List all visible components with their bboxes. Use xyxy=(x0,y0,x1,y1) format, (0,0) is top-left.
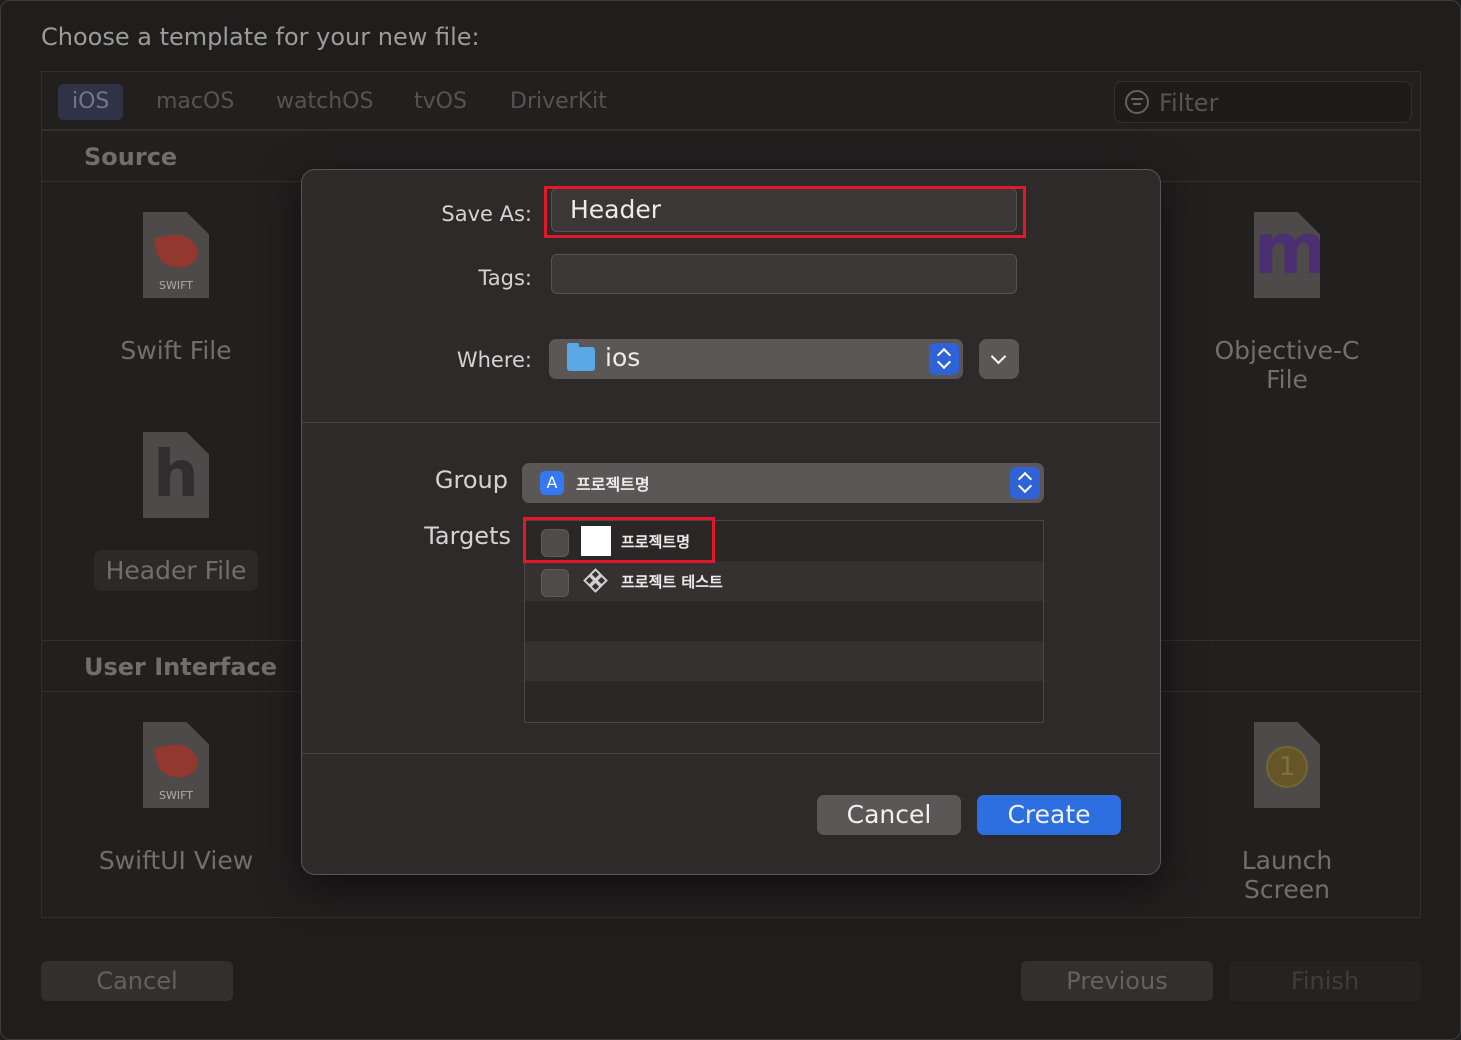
app-store-icon: A xyxy=(540,471,564,495)
targets-label: Targets xyxy=(424,522,511,550)
save-as-highlight xyxy=(544,186,1026,238)
expand-chevron-button[interactable] xyxy=(979,339,1019,379)
empty-row xyxy=(525,601,1043,641)
cancel-button[interactable]: Cancel xyxy=(817,795,961,835)
where-value: ios xyxy=(605,343,641,372)
popup-stepper-icon xyxy=(929,343,959,375)
group-label: Group xyxy=(434,466,508,494)
empty-row xyxy=(525,641,1043,681)
test-target-icon xyxy=(583,568,608,593)
empty-row xyxy=(525,681,1043,721)
save-sheet: Save As: Header Tags: Where: ios Group A… xyxy=(301,169,1161,875)
target-row[interactable]: 프로젝트 테스트 xyxy=(525,561,1043,601)
new-file-window: Choose a template for your new file: iOS… xyxy=(0,0,1461,1040)
where-popup[interactable]: ios xyxy=(549,339,963,379)
target-checkbox[interactable] xyxy=(541,569,569,597)
tags-field[interactable] xyxy=(551,254,1017,294)
group-popup[interactable]: A 프로젝트명 xyxy=(522,463,1044,503)
tags-label: Tags: xyxy=(478,266,532,290)
target-name: 프로젝트 테스트 xyxy=(621,573,723,591)
popup-stepper-icon xyxy=(1010,467,1040,499)
sheet-divider xyxy=(302,422,1160,423)
create-button[interactable]: Create xyxy=(977,795,1121,835)
target-highlight xyxy=(523,517,715,563)
folder-icon xyxy=(567,343,595,371)
where-label: Where: xyxy=(456,348,532,372)
sheet-divider xyxy=(302,753,1160,754)
group-value: 프로젝트명 xyxy=(576,475,650,494)
save-as-label: Save As: xyxy=(441,202,532,226)
